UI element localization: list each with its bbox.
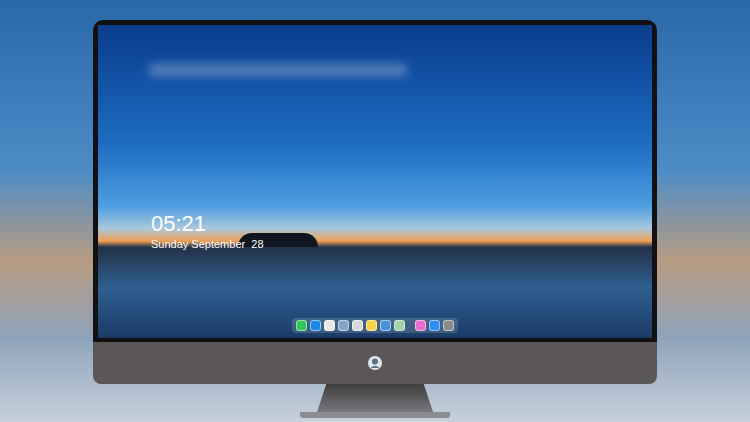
dock-app-icon[interactable]: [296, 320, 307, 331]
screen: 05:21Sunday September 28: [98, 25, 652, 338]
page: 05:21Sunday September 28: [0, 0, 750, 422]
monitor-base: [300, 412, 450, 418]
dock-app-icon[interactable]: [380, 320, 391, 331]
dock-section: [415, 320, 454, 331]
dock-app-icon[interactable]: [338, 320, 349, 331]
dock-app-icon[interactable]: [429, 320, 440, 331]
dock-app-icon[interactable]: [443, 320, 454, 331]
dock-app-icon[interactable]: [310, 320, 321, 331]
clock-date: Sunday September 28: [151, 237, 652, 251]
dock-app-icon[interactable]: [415, 320, 426, 331]
logo-icon: [367, 355, 383, 371]
monitor: 05:21Sunday September 28: [93, 20, 657, 418]
clock-time: 05:21: [151, 211, 652, 237]
dock: [292, 318, 458, 333]
cloud: [148, 63, 408, 77]
dock-section: [296, 320, 405, 331]
dock-app-icon[interactable]: [394, 320, 405, 331]
monitor-bezel: 05:21Sunday September 28: [93, 20, 657, 342]
monitor-stand: [317, 384, 433, 412]
dock-app-icon[interactable]: [352, 320, 363, 331]
monitor-chin: [93, 342, 657, 384]
lock-clock: 05:21Sunday September 28: [98, 25, 652, 251]
dock-app-icon[interactable]: [366, 320, 377, 331]
dock-app-icon[interactable]: [324, 320, 335, 331]
